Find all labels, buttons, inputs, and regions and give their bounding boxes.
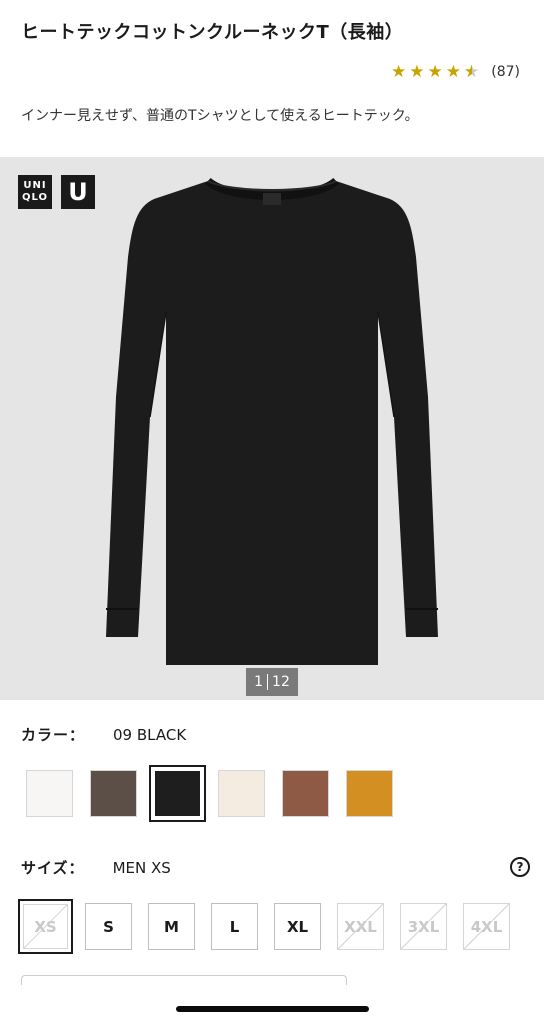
color-swatch[interactable] xyxy=(90,770,137,817)
star-icon: ★ xyxy=(409,62,425,82)
size-option-label: 4XL xyxy=(470,917,503,936)
size-option-xs[interactable]: XS xyxy=(18,899,73,954)
pager-divider xyxy=(267,674,269,690)
size-option-3xl[interactable]: 3XL xyxy=(400,903,447,950)
color-label: カラー： xyxy=(21,726,86,744)
star-icon: ★ xyxy=(391,62,407,82)
color-row: カラー： 09 BLACK xyxy=(21,724,186,745)
color-swatch[interactable] xyxy=(346,770,393,817)
size-row: サイズ： MEN XS ? xyxy=(21,857,531,878)
size-option-label: 3XL xyxy=(407,917,440,936)
color-swatch[interactable] xyxy=(218,770,265,817)
star-icon: ★ xyxy=(445,62,461,82)
rating[interactable]: ★ ★ ★ ★ ★ (87) xyxy=(391,62,520,82)
size-option-xxl[interactable]: XXL xyxy=(337,903,384,950)
product-title: ヒートテックコットンクルーネックT（長袖） xyxy=(21,22,404,43)
home-bar-area xyxy=(0,985,544,1024)
uniqlo-logo: UNI QLO xyxy=(18,175,52,209)
size-option-l[interactable]: L xyxy=(211,903,258,950)
size-option-label: XS xyxy=(23,904,68,949)
size-option-xl[interactable]: XL xyxy=(274,903,321,950)
color-swatch-fill xyxy=(90,770,137,817)
color-swatch[interactable] xyxy=(26,770,73,817)
help-icon[interactable]: ? xyxy=(510,857,530,877)
color-swatch-fill xyxy=(218,770,265,817)
home-indicator[interactable] xyxy=(176,1006,369,1012)
size-option-label: S xyxy=(103,917,114,936)
review-count[interactable]: (87) xyxy=(491,64,520,80)
color-swatch-fill xyxy=(26,770,73,817)
color-swatches xyxy=(26,765,393,822)
color-swatch-fill xyxy=(282,770,329,817)
size-option-m[interactable]: M xyxy=(148,903,195,950)
image-pager: 1 12 xyxy=(246,668,298,696)
product-image[interactable] xyxy=(60,167,484,667)
size-option-4xl[interactable]: 4XL xyxy=(463,903,510,950)
size-option-label: XXL xyxy=(344,917,377,936)
size-value: MEN XS xyxy=(112,858,171,877)
rating-stars: ★ ★ ★ ★ ★ xyxy=(391,62,479,82)
size-option-label: XL xyxy=(286,917,309,936)
product-gallery[interactable]: UNI QLO U 1 12 xyxy=(0,157,544,700)
star-icon: ★ xyxy=(427,62,443,82)
size-label: サイズ： xyxy=(21,859,85,877)
product-description: インナー見えせず、普通のTシャツとして使えるヒートテック。 xyxy=(21,108,419,124)
half-star-icon: ★ xyxy=(464,62,479,82)
color-swatch[interactable] xyxy=(149,765,206,822)
size-option-s[interactable]: S xyxy=(85,903,132,950)
color-swatch-fill xyxy=(346,770,393,817)
color-swatch[interactable] xyxy=(282,770,329,817)
size-option-label: L xyxy=(229,917,240,936)
size-options: XS S M L XL XXL 3XL 4XL xyxy=(18,899,510,954)
size-option-label: M xyxy=(164,917,179,936)
color-value: 09 BLACK xyxy=(113,725,187,744)
color-swatch-fill xyxy=(155,771,200,816)
